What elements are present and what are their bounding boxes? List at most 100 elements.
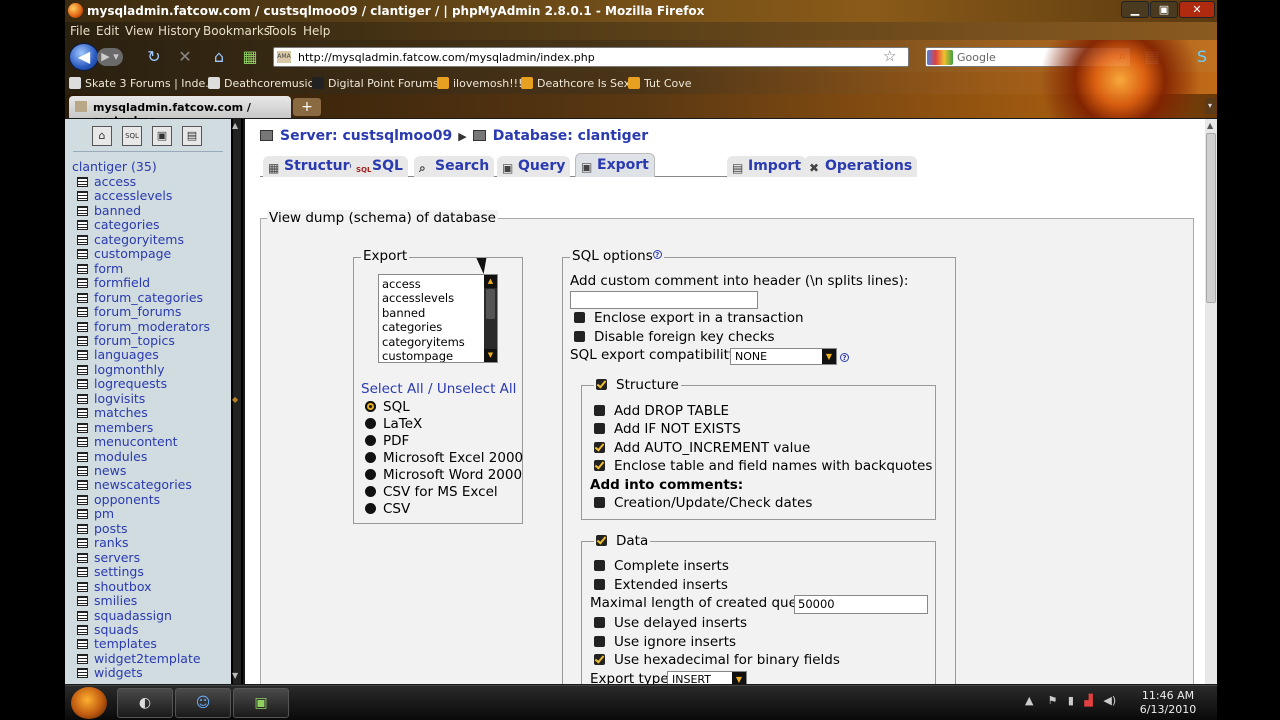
backquotes-option[interactable]: Enclose table and field names with backq… xyxy=(594,458,932,474)
checkbox-checked-icon[interactable] xyxy=(594,460,605,471)
tab-sql[interactable]: SQLSQL xyxy=(351,156,408,177)
table-icon[interactable] xyxy=(77,278,88,289)
table-icon[interactable] xyxy=(77,610,88,621)
sidebar-table-label[interactable]: logvisits xyxy=(94,391,145,406)
sidebar-table-label[interactable]: categoryitems xyxy=(94,232,184,247)
volume-icon[interactable]: ◀) xyxy=(1103,694,1116,707)
format-radio-pdf[interactable]: PDF xyxy=(365,433,409,449)
menu-file[interactable]: File xyxy=(70,24,90,38)
sidebar-table-item[interactable]: newscategories xyxy=(77,477,192,492)
scroll-up-icon[interactable]: ▲ xyxy=(232,121,238,130)
ignore-inserts-option[interactable]: Use ignore inserts xyxy=(594,634,736,650)
drop-table-option[interactable]: Add DROP TABLE xyxy=(594,403,729,419)
table-icon[interactable] xyxy=(77,393,88,404)
table-icon[interactable] xyxy=(77,624,88,635)
menu-tools[interactable]: Tools xyxy=(267,24,297,38)
table-icon[interactable] xyxy=(77,307,88,318)
bookmark-item[interactable]: Digital Point Forums xyxy=(312,77,439,90)
checkbox-icon[interactable] xyxy=(594,636,605,647)
table-icon[interactable] xyxy=(77,552,88,563)
sidebar-table-item[interactable]: matches xyxy=(77,405,148,420)
sidebar-table-item[interactable]: languages xyxy=(77,347,159,362)
checkbox-checked-icon[interactable] xyxy=(594,442,605,453)
sidebar-table-label[interactable]: smilies xyxy=(94,593,137,608)
tab-export[interactable]: ▣ Export xyxy=(575,153,655,177)
table-icon[interactable] xyxy=(77,220,88,231)
sidebar-table-label[interactable]: form xyxy=(94,261,123,276)
grip-icon[interactable]: ◆ xyxy=(232,395,238,404)
sidebar-table-label[interactable]: forum_topics xyxy=(94,333,175,348)
radio-icon[interactable] xyxy=(365,435,376,446)
table-icon[interactable] xyxy=(77,263,88,274)
table-icon[interactable] xyxy=(77,639,88,650)
stop-icon[interactable]: ✕ xyxy=(176,48,194,66)
tab-search[interactable]: ⌕ Search xyxy=(414,156,495,177)
tab-import[interactable]: ▤ Import xyxy=(727,156,807,177)
scroll-thumb[interactable] xyxy=(486,289,495,319)
radio-icon[interactable] xyxy=(365,486,376,497)
sidebar-table-label[interactable]: languages xyxy=(94,347,159,362)
bookmark-item[interactable]: Tut Cove xyxy=(628,77,692,90)
minimize-button[interactable]: ▁ xyxy=(1121,1,1149,18)
network-icon[interactable]: ▟ xyxy=(1084,694,1092,707)
format-radio-word[interactable]: Microsoft Word 2000 xyxy=(365,467,522,483)
sidebar-table-item[interactable]: smilies xyxy=(77,593,137,608)
checkbox-checked-icon[interactable] xyxy=(596,379,607,390)
sidebar-table-label[interactable]: pm xyxy=(94,506,114,521)
radio-icon[interactable] xyxy=(365,418,376,429)
sidebar-table-label[interactable]: news xyxy=(94,463,126,478)
sidebar-table-label[interactable]: formfield xyxy=(94,275,150,290)
select-option[interactable]: accesslevels xyxy=(382,291,454,305)
sidebar-table-item[interactable]: access xyxy=(77,174,136,189)
sidebar-table-label[interactable]: logrequests xyxy=(94,376,167,391)
sidebar-table-item[interactable]: squadassign xyxy=(77,608,172,623)
radio-icon[interactable] xyxy=(365,469,376,480)
menu-edit[interactable]: Edit xyxy=(96,24,119,38)
table-icon[interactable] xyxy=(77,596,88,607)
docs-icon[interactable]: ▤ xyxy=(182,126,202,146)
table-icon[interactable] xyxy=(77,653,88,664)
sidebar-table-label[interactable]: widgets xyxy=(94,665,143,680)
help-icon[interactable]: ? xyxy=(652,250,662,259)
bookmark-item[interactable]: Deathcore Is Sexy xyxy=(521,77,637,90)
sidebar-table-item[interactable]: widget2template xyxy=(77,651,201,666)
checkbox-icon[interactable] xyxy=(594,579,605,590)
table-icon[interactable] xyxy=(77,321,88,332)
unselect-all-link[interactable]: Unselect All xyxy=(437,381,517,397)
structure-legend[interactable]: Structure xyxy=(594,377,681,393)
table-icon[interactable] xyxy=(77,177,88,187)
sidebar-table-item[interactable]: shoutbox xyxy=(77,579,152,594)
sidebar-table-label[interactable]: custompage xyxy=(94,246,171,261)
dates-option[interactable]: Creation/Update/Check dates xyxy=(594,495,812,511)
query-window-icon[interactable]: ▣ xyxy=(152,126,172,146)
new-tab-button[interactable]: + xyxy=(293,98,321,116)
table-icon[interactable] xyxy=(77,379,88,390)
table-icon[interactable] xyxy=(77,523,88,534)
sidebar-table-label[interactable]: settings xyxy=(94,564,144,579)
menu-help[interactable]: Help xyxy=(303,24,330,38)
sidebar-table-label[interactable]: servers xyxy=(94,550,140,565)
reload-icon[interactable]: ↻ xyxy=(145,48,163,66)
forward-button[interactable]: ▶ ▾ xyxy=(97,48,123,66)
breadcrumb-database[interactable]: Database: clantiger xyxy=(493,128,648,144)
bookmark-item[interactable]: ilovemosh!!! xyxy=(437,77,523,90)
table-icon[interactable] xyxy=(77,437,88,448)
table-icon[interactable] xyxy=(77,249,88,260)
sidebar-table-item[interactable]: accesslevels xyxy=(77,188,172,203)
sidebar-table-label[interactable]: templates xyxy=(94,636,157,651)
tab-query[interactable]: ▣ Query xyxy=(497,156,571,177)
compat-select[interactable]: NONE ▼ xyxy=(730,348,837,365)
checkbox-icon[interactable] xyxy=(594,497,605,508)
menu-history[interactable]: History xyxy=(158,24,201,38)
hex-option[interactable]: Use hexadecimal for binary fields xyxy=(594,652,840,668)
table-select-list[interactable]: access accesslevels banned categories ca… xyxy=(378,274,498,363)
sidebar-table-item[interactable]: menucontent xyxy=(77,434,178,449)
bookmark-item[interactable]: Skate 3 Forums | Inde... xyxy=(69,77,216,90)
tab-operations[interactable]: ✖ Operations xyxy=(804,156,918,177)
format-radio-latex[interactable]: LaTeX xyxy=(365,416,422,432)
checkbox-icon[interactable] xyxy=(594,405,605,416)
close-button[interactable]: ✕ xyxy=(1179,1,1215,18)
flag-icon[interactable]: ⚑ xyxy=(1047,694,1057,707)
table-icon[interactable] xyxy=(77,422,88,433)
sidebar-table-item[interactable]: logmonthly xyxy=(77,362,165,377)
